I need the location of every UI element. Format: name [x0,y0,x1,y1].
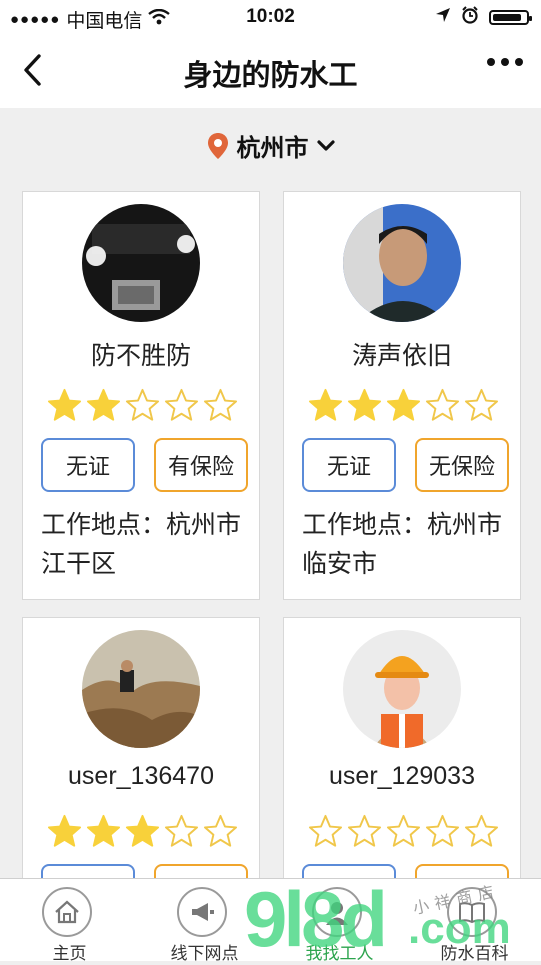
rating-stars [47,814,238,849]
star-empty-icon [203,388,238,421]
nav-bar: 身边的防水工 [0,34,541,108]
worker-card[interactable]: 涛声依旧 无证 无保险 工作地点：杭州市临安市 [283,191,521,600]
megaphone-icon [177,887,227,937]
star-empty-icon [464,814,499,847]
worker-card[interactable]: user_129033 [283,617,521,918]
city-name: 杭州市 [236,135,309,162]
city-selector[interactable]: 杭州市 [0,128,541,163]
tab-offline-stores[interactable]: 线下网点 [137,879,272,963]
avatar [82,630,200,748]
tab-find-worker[interactable]: 我找工人 [272,879,407,963]
worker-name: user_129033 [329,762,475,790]
tab-waterproof-wiki[interactable]: 防水百科 [407,879,541,963]
battery-icon [489,10,532,25]
star-filled-icon [47,814,82,847]
tab-label: 主页 [52,944,87,963]
star-filled-icon [125,814,160,847]
tab-home[interactable]: 主页 [2,879,137,963]
insurance-badge: 无保险 [415,438,509,492]
chevron-down-icon [316,139,335,151]
star-empty-icon [425,388,460,421]
star-empty-icon [203,814,238,847]
worker-name: 防不胜防 [90,342,191,370]
avatar [82,204,200,322]
home-icon [42,887,92,937]
star-empty-icon [347,814,382,847]
dot [501,58,509,66]
star-empty-icon [464,388,499,421]
star-filled-icon [347,388,382,421]
tab-label: 防水百科 [440,944,509,963]
more-button[interactable] [487,58,523,66]
location-pin-icon [207,132,228,159]
star-filled-icon [386,388,421,421]
tab-bar: 主页 线下网点 我找工人 防水百科 [0,878,541,963]
status-bar: ●●●●● 中国电信 10:02 [0,0,541,34]
book-icon [447,887,497,937]
work-location: 工作地点：杭州市江干区 [41,511,242,578]
star-empty-icon [308,814,343,847]
star-empty-icon [164,814,199,847]
work-location: 工作地点：杭州市临安市 [302,511,503,578]
avatar [343,204,461,322]
tab-label: 我找工人 [305,944,374,963]
location-arrow-icon [435,7,451,28]
worker-name: user_136470 [68,762,214,790]
cert-badge: 无证 [41,438,135,492]
star-filled-icon [47,388,82,421]
star-empty-icon [125,388,160,421]
rating-stars [308,388,499,423]
rating-stars [308,814,499,849]
star-empty-icon [386,814,421,847]
tab-label: 线下网点 [170,944,239,963]
dot [487,58,495,66]
star-filled-icon [308,388,343,421]
star-empty-icon [164,388,199,421]
avatar [343,630,461,748]
worker-card[interactable]: user_136470 [22,617,260,918]
star-filled-icon [86,388,121,421]
insurance-badge: 有保险 [154,438,248,492]
cert-badge: 无证 [302,438,396,492]
worker-card[interactable]: 防不胜防 无证 有保险 工作地点：杭州市江干区 [22,191,260,600]
worker-icon [312,887,362,937]
alarm-icon [461,6,479,29]
star-empty-icon [425,814,460,847]
worker-name: 涛声依旧 [351,342,452,370]
page-title: 身边的防水工 [183,60,358,92]
star-filled-icon [86,814,121,847]
dot [515,58,523,66]
rating-stars [47,388,238,423]
